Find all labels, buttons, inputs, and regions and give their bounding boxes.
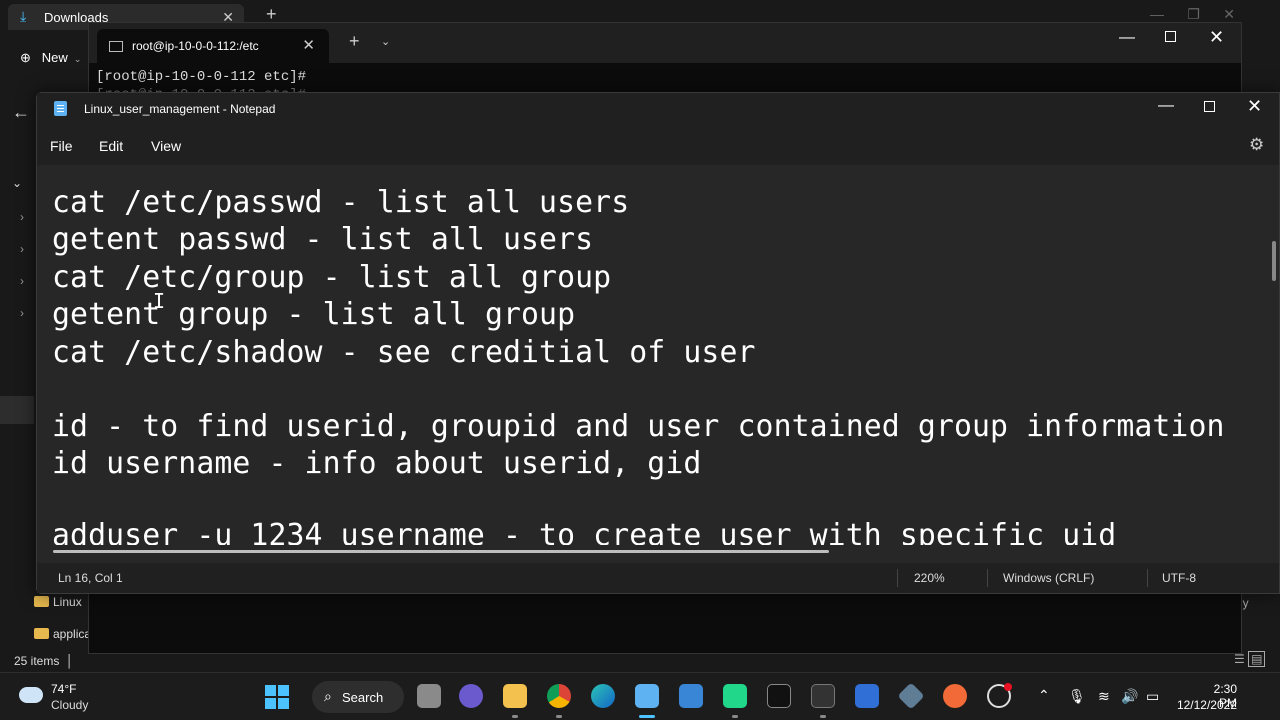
close-icon[interactable]: ✕: [302, 36, 315, 54]
search-label: Search: [342, 690, 384, 705]
mail-icon[interactable]: [679, 684, 703, 708]
chevron-right-icon[interactable]: ›: [20, 274, 24, 288]
menu-bar: File Edit View ⚙: [37, 125, 1279, 165]
status-bar: Ln 16, Col 1 220% Windows (CRLF) UTF-8: [37, 563, 1279, 593]
search-button[interactable]: ⌕ Search: [312, 681, 404, 713]
gear-icon[interactable]: ⚙: [1249, 135, 1264, 155]
chrome-icon[interactable]: [547, 684, 571, 708]
vertical-scrollbar[interactable]: [1272, 241, 1276, 281]
clock-date[interactable]: 12/12/2022: [1172, 698, 1237, 712]
explorer-nav-pane: › › › ›: [0, 160, 34, 600]
window-title: Linux_user_management - Notepad: [84, 102, 276, 116]
text-cursor-icon: I: [153, 289, 166, 313]
teams-chat-icon[interactable]: [459, 684, 483, 708]
plus-circle-icon: ⊕: [20, 50, 31, 65]
minimize-icon[interactable]: —: [1158, 97, 1174, 115]
notepad-titlebar: Linux_user_management - Notepad — ✕: [37, 93, 1279, 125]
tiles-view-icon[interactable]: ▤: [1248, 651, 1266, 667]
microphone-icon[interactable]: 🎙: [1068, 688, 1086, 705]
new-tab-icon[interactable]: +: [349, 31, 360, 52]
notepad-taskbar-icon[interactable]: [635, 684, 659, 708]
volume-icon[interactable]: 🔊: [1121, 688, 1138, 705]
nav-item-linux[interactable]: Linux: [34, 595, 82, 609]
folder-icon: [34, 628, 49, 639]
battery-icon[interactable]: ▭: [1146, 688, 1159, 705]
horizontal-scrollbar[interactable]: [53, 550, 829, 553]
powershell-icon[interactable]: [855, 684, 879, 708]
postman-icon[interactable]: [943, 684, 967, 708]
chevron-right-icon[interactable]: ›: [20, 242, 24, 256]
terminal-tabbar: root@ip-10-0-0-112:/etc ✕ + ⌄ — ✕: [89, 23, 1241, 63]
back-arrow-icon[interactable]: ←: [12, 102, 30, 123]
zoom-level: 220%: [914, 571, 945, 585]
cloud-icon[interactable]: [19, 687, 43, 703]
cursor-position: Ln 16, Col 1: [58, 571, 123, 585]
recording-indicator: [1004, 683, 1012, 691]
new-button-label: New: [41, 50, 68, 65]
menu-view[interactable]: View: [151, 138, 181, 154]
chevron-right-icon[interactable]: ›: [20, 306, 24, 320]
text-editor-area[interactable]: cat /etc/passwd - list all users getent …: [37, 165, 1279, 545]
close-icon[interactable]: ✕: [1247, 96, 1262, 117]
chevron-right-icon[interactable]: ›: [20, 210, 24, 224]
start-button[interactable]: [265, 685, 289, 709]
menu-edit[interactable]: Edit: [99, 138, 123, 154]
text-line: cat /etc/passwd - list all users: [52, 185, 630, 220]
divider: [1147, 569, 1148, 587]
pycharm-icon[interactable]: [723, 684, 747, 708]
terminal-alt-icon[interactable]: [811, 684, 835, 708]
item-count: 25 items │: [14, 654, 74, 668]
folder-icon: [34, 596, 49, 607]
nav-item-label: Linux: [53, 595, 82, 609]
item-count-text: 25 items: [14, 654, 60, 668]
new-button[interactable]: ⊕ New ⌄: [20, 50, 81, 66]
details-view-icon[interactable]: ☰: [1234, 652, 1245, 666]
edge-icon[interactable]: [591, 684, 615, 708]
encoding: UTF-8: [1162, 571, 1196, 585]
text-line: cat /etc/group - list all group: [52, 260, 612, 295]
notepad-window: Linux_user_management - Notepad — ✕ File…: [36, 92, 1280, 594]
view-toggle-icons[interactable]: ☰ ▤: [1234, 651, 1266, 667]
line-ending: Windows (CRLF): [1003, 571, 1095, 585]
chevron-up-icon[interactable]: ⌃: [1038, 687, 1050, 704]
terminal-icon: [109, 41, 123, 52]
maximize-icon[interactable]: [1204, 101, 1215, 112]
chevron-down-icon: ⌄: [71, 54, 82, 64]
sourcetree-icon[interactable]: [897, 682, 925, 710]
terminal-tab-title: root@ip-10-0-0-112:/etc: [132, 39, 259, 53]
file-explorer-icon[interactable]: [503, 684, 527, 708]
notepad-app-icon: [54, 101, 67, 116]
text-line: getent group - list all group: [52, 297, 576, 332]
minimize-icon[interactable]: —: [1119, 29, 1135, 47]
terminal-taskbar-icon[interactable]: [767, 684, 791, 708]
weather-description[interactable]: Cloudy: [51, 698, 88, 712]
text-line: id - to find userid, groupid and user co…: [52, 409, 1225, 444]
terminal-tab[interactable]: root@ip-10-0-0-112:/etc ✕: [97, 29, 329, 63]
menu-file[interactable]: File: [50, 138, 73, 154]
nav-selection: [0, 396, 34, 424]
text-line: getent passwd - list all users: [52, 222, 594, 257]
maximize-icon[interactable]: [1165, 31, 1176, 42]
chevron-down-icon[interactable]: ⌄: [381, 35, 390, 48]
nav-item-applications[interactable]: applica: [34, 627, 91, 641]
task-view-icon[interactable]: [417, 684, 441, 708]
close-icon[interactable]: ✕: [1209, 27, 1224, 48]
terminal-prompt: [root@ip-10-0-0-112 etc]#: [96, 69, 307, 85]
search-icon: ⌕: [324, 688, 332, 704]
weather-temperature[interactable]: 74°F: [51, 682, 76, 696]
taskbar: 74°F Cloudy ⌕ Search ⌃ 🎙 ≋ 🔊 ▭ 2:30 PM 1…: [0, 672, 1280, 720]
text-line: adduser -u 1234 username - to create use…: [52, 518, 1117, 545]
explorer-window-controls[interactable]: — ❐ ✕: [1150, 6, 1235, 23]
divider: [987, 569, 988, 587]
text-line: id username - info about userid, gid: [52, 446, 702, 481]
nav-item-label: applica: [53, 627, 92, 641]
download-icon: ⤓: [20, 8, 27, 24]
wifi-icon[interactable]: ≋: [1098, 688, 1110, 705]
divider: [897, 569, 898, 587]
text-line: cat /etc/shadow - see creditial of user: [52, 335, 756, 370]
